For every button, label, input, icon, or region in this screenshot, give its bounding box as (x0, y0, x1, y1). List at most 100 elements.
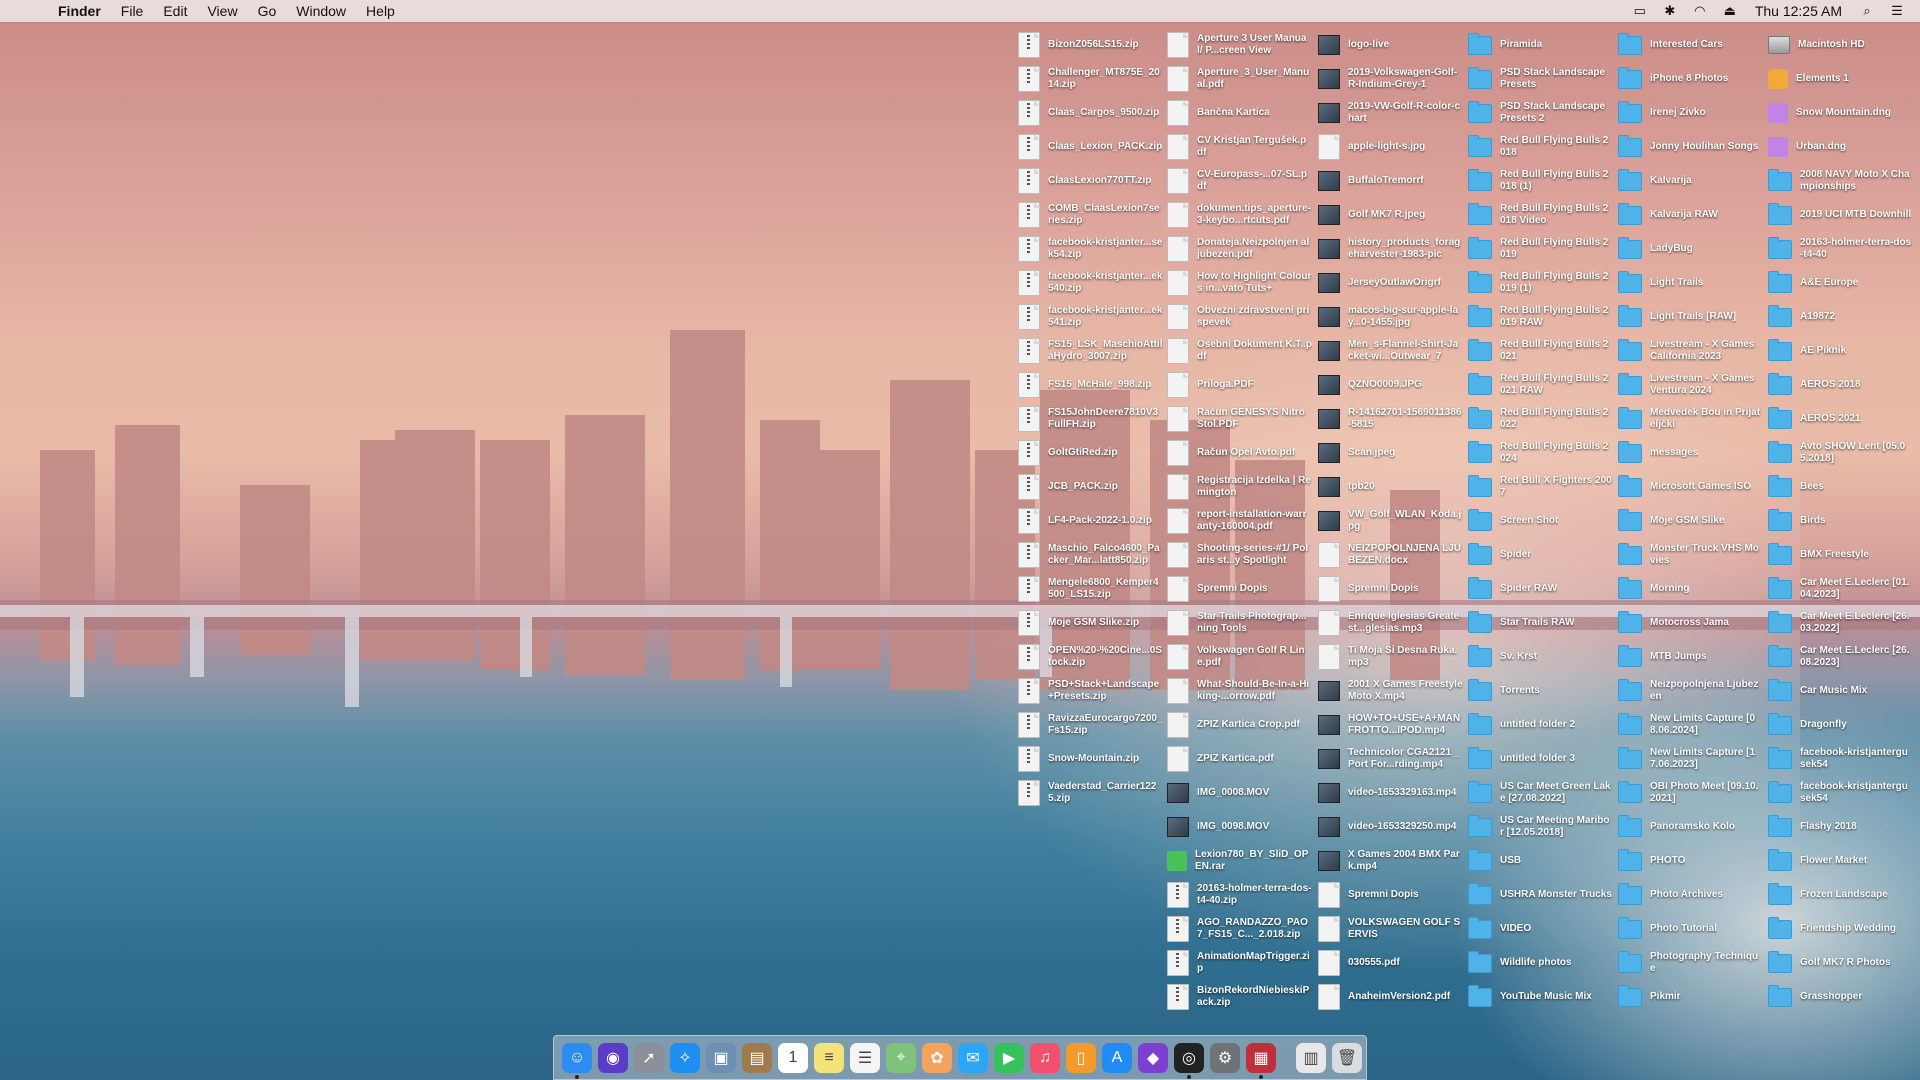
desktop-folder[interactable]: Spider RAW (1468, 572, 1613, 606)
desktop-folder[interactable]: Red Bull Flying Bulls 2019 (1468, 232, 1613, 266)
desktop-file[interactable]: facebook-kristjanter...sek54.zip (1018, 232, 1163, 266)
desktop-folder[interactable]: USHRA Monster Trucks (1468, 878, 1613, 912)
desktop-folder[interactable]: Microsoft Games ISO (1618, 470, 1763, 504)
desktop-file[interactable]: Obvezni zdravstveni prispevek (1167, 300, 1312, 334)
desktop-file[interactable]: R-14162701-1569011386-5815 (1318, 402, 1463, 436)
desktop-folder[interactable]: 2008 NAVY Moto X Championships (1768, 164, 1913, 198)
desktop-folder[interactable]: Kalvarija RAW (1618, 198, 1763, 232)
desktop-file[interactable]: Golf MK7 R.jpeg (1318, 198, 1463, 232)
desktop-file[interactable]: tpb20 (1318, 470, 1463, 504)
desktop-file[interactable]: Men_s-Flannel-Shirt-Jacket-wi...Outwear_… (1318, 334, 1463, 368)
desktop-folder[interactable]: Flower Market (1768, 844, 1913, 878)
desktop-folder[interactable]: Star Trails RAW (1468, 606, 1613, 640)
desktop-folder[interactable]: Sv. Krst (1468, 640, 1613, 674)
photo-booth-icon[interactable]: ▦ (1246, 1042, 1276, 1079)
desktop-file[interactable]: VW_Golf_WLAN_Koda.jpg (1318, 504, 1463, 538)
desktop-file[interactable]: 2019-VW-Golf-R-color-chart (1318, 96, 1463, 130)
desktop-folder[interactable]: AEROS 2018 (1768, 368, 1913, 402)
menu-go[interactable]: Go (248, 0, 287, 22)
desktop-file[interactable]: ZPIZ Kartica Crop.pdf (1167, 708, 1312, 742)
desktop-folder[interactable]: Photo Archives (1618, 878, 1763, 912)
desktop-file[interactable]: Star Trails Photograp...ning Tools (1167, 606, 1312, 640)
finder-icon[interactable]: ☺ (562, 1042, 592, 1079)
desktop-folder[interactable]: A&E Europe (1768, 266, 1913, 300)
desktop-file[interactable]: Enrique Iglesias Greatest...glesias.mp3 (1318, 606, 1463, 640)
desktop-file[interactable]: 030555.pdf (1318, 946, 1463, 980)
desktop-folder[interactable]: Neizpopolnjena Ljubezen (1618, 674, 1763, 708)
desktop-file[interactable]: ClaasLexion770TT.zip (1018, 164, 1163, 198)
desktop-folder[interactable]: Red Bull Flying Bulls 2019 (1) (1468, 266, 1613, 300)
desktop-file[interactable]: Volkswagen Golf R Line.pdf (1167, 640, 1312, 674)
desktop-folder[interactable]: PSD Stack Landscape Presets 2 (1468, 96, 1613, 130)
desktop-folder[interactable]: 2019 UCI MTB Downhill (1768, 198, 1913, 232)
desktop-file[interactable]: GoltGtiRed.zip (1018, 436, 1163, 470)
desktop-folder[interactable]: Moje GSM Slike (1618, 504, 1763, 538)
desktop-file[interactable]: Technicolor CGA2121 _ Port For...rding.m… (1318, 742, 1463, 776)
desktop-file[interactable]: Lexion780_BY_SliD_OPEN.rar (1167, 844, 1312, 878)
desktop-file[interactable]: Snow-Mountain.zip (1018, 742, 1163, 776)
desktop-file[interactable]: BuffaloTremorrf (1318, 164, 1463, 198)
desktop-folder[interactable]: Motocross Jama (1618, 606, 1763, 640)
desktop-file[interactable]: Registracija Izdelka | Remington (1167, 470, 1312, 504)
desktop-folder[interactable]: untitled folder 3 (1468, 742, 1613, 776)
desktop-folder[interactable]: Dragonfly (1768, 708, 1913, 742)
desktop-folder[interactable]: Flashy 2018 (1768, 810, 1913, 844)
desktop-file[interactable]: apple-light-s.jpg (1318, 130, 1463, 164)
trash-icon[interactable]: 🗑 (1332, 1042, 1362, 1073)
desktop-folder[interactable]: Livestream - X Games Ventura 2024 (1618, 368, 1763, 402)
safari-icon[interactable]: ✧ (670, 1042, 700, 1073)
desktop-file[interactable]: Scan.jpeg (1318, 436, 1463, 470)
desktop-folder[interactable]: facebook-kristjantergusek54 (1768, 742, 1913, 776)
desktop-folder[interactable]: OBI Photo Meet [09.10.2021] (1618, 776, 1763, 810)
desktop-folder[interactable]: VIDEO (1468, 912, 1613, 946)
desktop-file[interactable]: Aperture 3 User Manual/ P...creen View (1167, 28, 1312, 62)
desktop-file[interactable]: Snow Mountain.dng (1768, 96, 1913, 130)
desktop-folder[interactable]: Bees (1768, 470, 1913, 504)
messages-icon[interactable]: ✉ (958, 1042, 988, 1073)
menu-edit[interactable]: Edit (153, 0, 197, 22)
desktop-file[interactable]: Račun GENESYS Nitro Stol.PDF (1167, 402, 1312, 436)
notification-center-icon[interactable]: ☰ (1888, 3, 1906, 18)
desktop-folder[interactable]: Interested Cars (1618, 28, 1763, 62)
desktop-file[interactable]: macos-big-sur-apple-lay...0-1455.jpg (1318, 300, 1463, 334)
desktop-folder[interactable]: Red Bull Flying Bulls 2018 (1) (1468, 164, 1613, 198)
desktop-file[interactable]: COMB_ClaasLexion7series.zip (1018, 198, 1163, 232)
desktop-file[interactable]: Moje GSM Slike.zip (1018, 606, 1163, 640)
desktop-folder[interactable]: Pikmir (1618, 980, 1763, 1014)
desktop-folder[interactable]: Morning (1618, 572, 1763, 606)
desktop-file[interactable]: video-1653329163.mp4 (1318, 776, 1463, 810)
menu-window[interactable]: Window (286, 0, 356, 22)
desktop-folder[interactable]: Spider (1468, 538, 1613, 572)
desktop-file[interactable]: OPEN%20-%20Cine...0Stock.zip (1018, 640, 1163, 674)
desktop-folder[interactable]: messages (1618, 436, 1763, 470)
desktop-file[interactable]: facebook-kristjanter...ek541.zip (1018, 300, 1163, 334)
desktop-folder[interactable]: Red Bull Flying Bulls 2024 (1468, 436, 1613, 470)
desktop-folder[interactable]: Kalvarija (1618, 164, 1763, 198)
desktop-folder[interactable]: PHOTO (1618, 844, 1763, 878)
desktop-file[interactable]: Challenger_MT875E_2014.zip (1018, 62, 1163, 96)
reminders-icon[interactable]: ☰ (850, 1042, 880, 1073)
desktop-file[interactable]: CV-Europass-...07-SL.pdf (1167, 164, 1312, 198)
menu-view[interactable]: View (197, 0, 247, 22)
desktop-file[interactable]: NEIZPOPOLNJENA LJUBEZEN.docx (1318, 538, 1463, 572)
desktop-folder[interactable]: Red Bull Flying Bulls 2019 RAW (1468, 300, 1613, 334)
desktop-file[interactable]: Osebni Dokument K.T..pdf (1167, 334, 1312, 368)
desktop-folder[interactable]: Panoramsko Kolo (1618, 810, 1763, 844)
spotlight-search-icon[interactable]: ⌕ (1858, 3, 1876, 18)
desktop-folder[interactable]: US Car Meeting Maribor [12.05.2018] (1468, 810, 1613, 844)
music-icon[interactable]: ♫ (1030, 1042, 1060, 1073)
desktop-file[interactable]: dokumen.tips_aperture-3-keybo...rtcuts.p… (1167, 198, 1312, 232)
desktop-file[interactable]: Aperture_3_User_Manual.pdf (1167, 62, 1312, 96)
desktop-folder[interactable]: Red Bull Flying Bulls 2021 RAW (1468, 368, 1613, 402)
books-icon[interactable]: ▯ (1066, 1042, 1096, 1073)
desktop-file[interactable]: 2019-Volkswagen-Golf-R-Indium-Grey-1 (1318, 62, 1463, 96)
desktop-file[interactable]: Priloga.PDF (1167, 368, 1312, 402)
menu-help[interactable]: Help (356, 0, 405, 22)
desktop-file[interactable]: What-Should-Be-In-a-Hiking-...orrow.pdf (1167, 674, 1312, 708)
desktop-folder[interactable]: LadyBug (1618, 232, 1763, 266)
desktop-folder[interactable]: Photo Tutorial (1618, 912, 1763, 946)
desktop-file[interactable]: Vaederstad_Carrier1225.zip (1018, 776, 1163, 810)
desktop-folder[interactable]: Friendship Wedding (1768, 912, 1913, 946)
desktop-folder[interactable]: Wildlife photos (1468, 946, 1613, 980)
desktop-file[interactable]: BizonZ056LS15.zip (1018, 28, 1163, 62)
